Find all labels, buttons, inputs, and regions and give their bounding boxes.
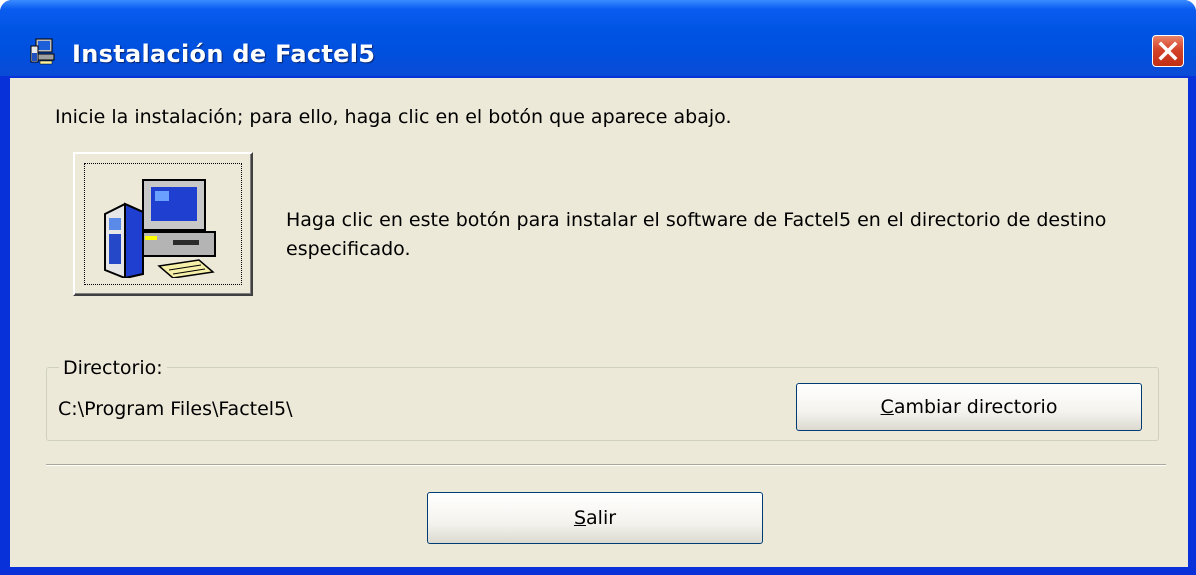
install-button[interactable]	[73, 152, 253, 296]
change-directory-accel: C	[880, 396, 894, 418]
close-button[interactable]	[1152, 35, 1184, 67]
title-bar[interactable]: Instalación de Factel5	[0, 0, 1196, 76]
close-icon	[1158, 41, 1178, 61]
installer-computer-icon	[30, 38, 55, 65]
setup-computer-icon	[104, 179, 216, 278]
change-directory-button[interactable]: Cambiar directorio	[796, 383, 1142, 431]
installer-window: Instalación de Factel5 Inicie la instala…	[0, 0, 1196, 575]
directory-path: C:\Program Files\Factel5\	[58, 398, 293, 420]
separator	[46, 464, 1166, 466]
install-description: Haga clic en este botón para instalar el…	[286, 209, 1107, 260]
directory-legend: Directorio:	[59, 357, 167, 379]
window-title: Instalación de Factel5	[72, 40, 376, 68]
exit-button[interactable]: Salir	[427, 492, 763, 544]
intro-text: Inicie la instalación; para ello, haga c…	[55, 106, 732, 128]
exit-label: alir	[586, 507, 617, 529]
exit-accel: S	[573, 507, 587, 529]
change-directory-label: ambiar directorio	[893, 396, 1058, 418]
